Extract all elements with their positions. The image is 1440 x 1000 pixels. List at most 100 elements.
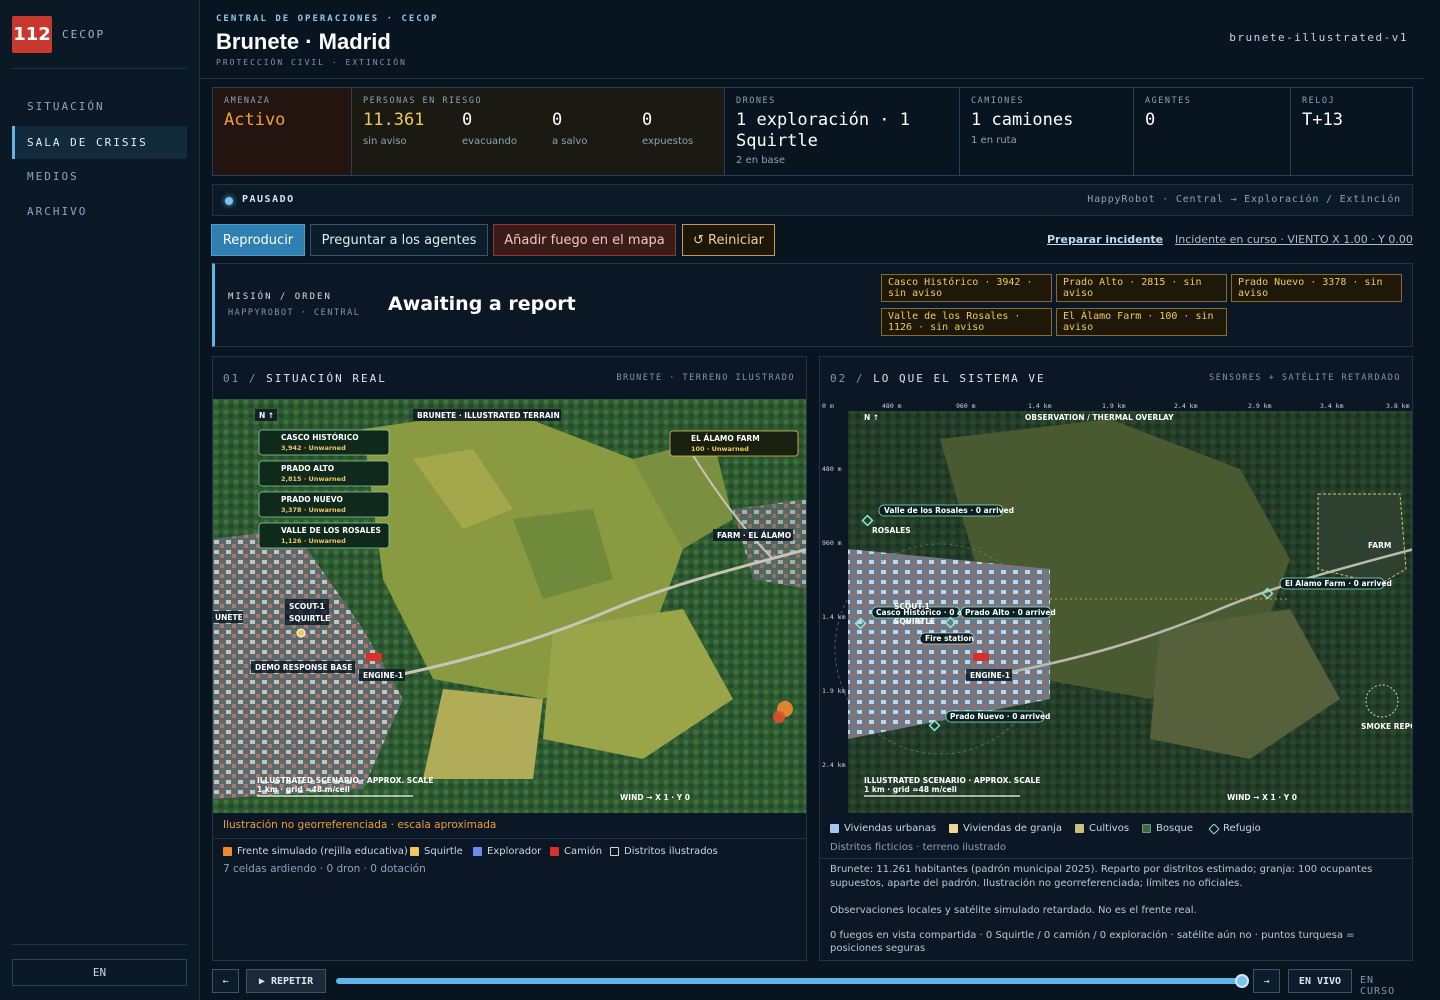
language-button[interactable]: EN xyxy=(12,959,187,986)
stat-drones: DRONES 1 exploración · 1 Squirtle 2 en b… xyxy=(725,88,960,175)
nav-item-sala-de-crisis[interactable]: SALA DE CRISIS xyxy=(12,126,187,159)
panel-divider xyxy=(820,858,1412,859)
mission-text: Awaiting a report xyxy=(388,293,576,315)
district-chip[interactable]: El Álamo Farm · 100 · sin aviso xyxy=(1056,308,1227,336)
svg-text:1.4 km: 1.4 km xyxy=(822,613,846,621)
play-button[interactable]: Reproducir xyxy=(211,224,305,256)
add-fire-button[interactable]: Añadir fuego en el mapa xyxy=(493,224,676,256)
svg-text:PRADO NUEVO: PRADO NUEVO xyxy=(281,495,343,504)
legend-swatch xyxy=(1142,824,1151,833)
district-chip[interactable]: Prado Nuevo · 3378 · sin aviso xyxy=(1231,274,1402,302)
svg-text:EL ÁLAMO FARM: EL ÁLAMO FARM xyxy=(691,434,760,443)
legend-item: Refugio xyxy=(1208,822,1261,835)
fire-front xyxy=(773,711,785,723)
scale-label: ILLUSTRATED SCENARIO · APPROX. SCALE xyxy=(257,776,433,785)
svg-text:3,378 · Unwarned: 3,378 · Unwarned xyxy=(281,506,346,514)
smoke-label: SMOKE REPO xyxy=(1361,722,1412,731)
timeline-handle[interactable] xyxy=(1235,974,1249,988)
panel-system-view: 02 / LO QUE EL SISTEMA VE SENSORES + SAT… xyxy=(819,356,1413,961)
ask-agents-button[interactable]: Preguntar a los agentes xyxy=(310,224,488,256)
town-edge-label: UNETE xyxy=(215,613,243,622)
district-chip[interactable]: Prado Alto · 2815 · sin aviso xyxy=(1056,274,1227,302)
scout-label: SCOUT-1 xyxy=(289,602,325,611)
svg-text:1.9 km: 1.9 km xyxy=(822,687,846,695)
panel-title-text: SITUACIÓN REAL xyxy=(266,372,387,385)
timeline-slider[interactable] xyxy=(336,974,1249,988)
base-label: DEMO RESPONSE BASE xyxy=(255,663,352,672)
north-label: N ↑ xyxy=(864,413,879,422)
description-2: Observaciones locales y satélite simulad… xyxy=(830,905,1197,916)
svg-text:VALLE DE LOS ROSALES: VALLE DE LOS ROSALES xyxy=(281,526,381,535)
stat-drones-value: 1 exploración · 1 Squirtle xyxy=(736,110,910,151)
farm-card[interactable]: EL ÁLAMO FARM 100 · Unwarned xyxy=(669,430,799,457)
people-safe-value: 0 xyxy=(552,110,563,130)
mission-source: HAPPYROBOT · CENTRAL xyxy=(228,308,361,318)
sidebar: 112 CECOP SITUACIÓN SALA DE CRISIS MEDIO… xyxy=(0,0,200,1000)
svg-text:2.9 km: 2.9 km xyxy=(1248,402,1272,410)
reset-button[interactable]: ↺ Reiniciar xyxy=(682,224,775,256)
svg-text:480 m: 480 m xyxy=(822,465,842,473)
map-title: OBSERVATION / THERMAL OVERLAY xyxy=(1025,413,1174,422)
legend-swatch xyxy=(610,847,619,856)
people-exposed-value: 0 xyxy=(642,110,653,130)
svg-text:1.9 km: 1.9 km xyxy=(1102,402,1126,410)
district-chip[interactable]: Casco Histórico · 3942 · sin aviso xyxy=(881,274,1052,302)
legend-swatch xyxy=(473,847,482,856)
live-button[interactable]: EN VIVO xyxy=(1288,969,1352,993)
panel-real-situation: 01 / SITUACIÓN REAL BRUNETE · TERRENO IL… xyxy=(212,356,807,961)
stat-threat-value: Activo xyxy=(224,110,286,130)
panel-divider xyxy=(213,838,806,839)
status-pipeline: HappyRobot · Central → Exploración / Ext… xyxy=(1087,194,1401,205)
map-title: BRUNETE · ILLUSTRATED TERRAIN xyxy=(417,411,560,420)
logo-badge: 112 xyxy=(12,16,52,53)
incident-state-link[interactable]: Incidente en curso · VIENTO X 1.00 · Y 0… xyxy=(1175,233,1413,246)
district-card[interactable]: VALLE DE LOS ROSALES 1,126 · Unwarned xyxy=(258,522,390,549)
stat-drones-label: DRONES xyxy=(736,96,776,106)
stat-trucks-label: CAMIONES xyxy=(971,96,1024,106)
nav-item-situacion[interactable]: SITUACIÓN xyxy=(12,90,187,123)
sidebar-divider-bottom xyxy=(12,944,187,945)
svg-text:Valle de los Rosales · 0 arriv: Valle de los Rosales · 0 arrived xyxy=(884,506,1014,515)
status-dot-icon xyxy=(225,197,233,205)
svg-text:3,942 · Unwarned: 3,942 · Unwarned xyxy=(281,444,346,452)
legend-swatch xyxy=(410,847,419,856)
stat-clock-label: RELOJ xyxy=(1302,96,1336,106)
prepare-incident-link[interactable]: Preparar incidente xyxy=(1047,233,1163,246)
people-exposed-caption: expuestos xyxy=(642,136,694,147)
svg-text:Fire station: Fire station xyxy=(925,634,974,643)
status-state: PAUSADO xyxy=(242,194,295,205)
scenario-id: brunete-illustrated-v1 xyxy=(1229,31,1408,44)
nav-item-medios[interactable]: MEDIOS xyxy=(12,160,187,193)
stat-clock: RELOJ T+13 xyxy=(1291,88,1412,175)
stat-drones-caption: 2 en base xyxy=(736,155,786,166)
system-map[interactable]: 0 m 480 m 960 m 1.4 km 1.9 km 2.4 km 2.9… xyxy=(820,399,1412,813)
stat-agents: AGENTES 0 xyxy=(1134,88,1291,175)
fire-station-marker[interactable]: Fire station xyxy=(919,632,975,645)
squirtle-drone-icon[interactable] xyxy=(296,628,306,638)
timeline-repeat-button[interactable]: ▶ REPETIR xyxy=(246,969,326,993)
map-note: Ilustración no georreferenciada · escala… xyxy=(223,819,497,831)
district-card[interactable]: CASCO HISTÓRICO 3,942 · Unwarned xyxy=(258,429,390,456)
truck-icon[interactable] xyxy=(973,653,989,661)
svg-text:Prado Alto · 0 arrived: Prado Alto · 0 arrived xyxy=(965,608,1056,617)
legend-item: Frente simulado (rejilla educativa) xyxy=(223,846,408,857)
svg-text:El Alamo Farm · 0 arrived: El Alamo Farm · 0 arrived xyxy=(1285,579,1392,588)
real-map[interactable]: N ↑ BRUNETE · ILLUSTRATED TERRAIN CASCO … xyxy=(213,399,806,813)
field xyxy=(423,689,543,779)
district-card[interactable]: PRADO NUEVO 3,378 · Unwarned xyxy=(258,491,390,518)
legend-item: Distritos ilustrados xyxy=(610,846,718,857)
logo-text: CECOP xyxy=(62,28,106,41)
legend-swatch xyxy=(1208,822,1220,835)
map-note: Distritos ficticios · terreno ilustrado xyxy=(830,842,1006,853)
truck-icon[interactable] xyxy=(366,653,382,661)
timeline-prev-button[interactable]: ← xyxy=(212,969,239,993)
panel-title: 02 / LO QUE EL SISTEMA VE xyxy=(830,372,1046,385)
district-card[interactable]: PRADO ALTO 2,815 · Unwarned xyxy=(258,460,390,487)
timeline-next-button[interactable]: → xyxy=(1253,969,1280,993)
system-map-svg: 0 m 480 m 960 m 1.4 km 1.9 km 2.4 km 2.9… xyxy=(820,399,1412,813)
svg-text:2.4 km: 2.4 km xyxy=(822,761,846,769)
district-chip[interactable]: Valle de los Rosales · 1126 · sin aviso xyxy=(881,308,1052,336)
nav-item-archivo[interactable]: ARCHIVO xyxy=(12,195,187,228)
svg-text:1,126 · Unwarned: 1,126 · Unwarned xyxy=(281,537,346,545)
people-unwarned-caption: sin aviso xyxy=(363,136,407,147)
